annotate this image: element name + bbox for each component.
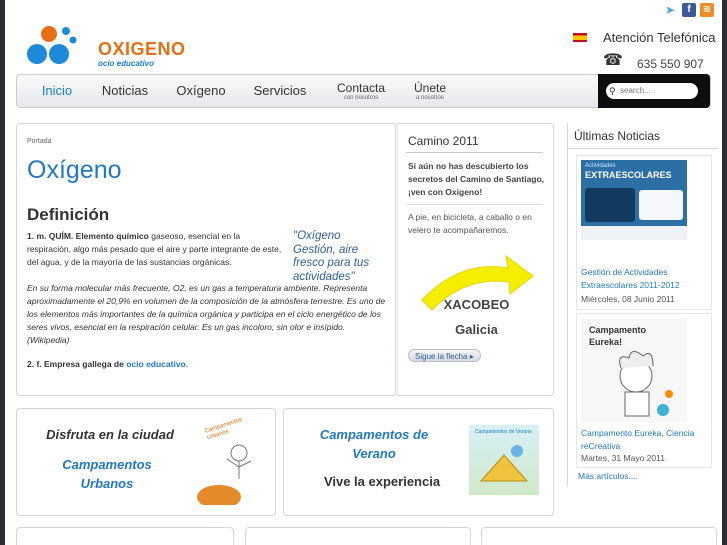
- divider: [406, 204, 543, 205]
- camino-text: A pie, en bicicleta, a caballo o en vele…: [408, 212, 532, 235]
- spanish-flag-icon[interactable]: [573, 33, 587, 42]
- article-panel: Portada Oxígeno Definición 1. m. QUÍM. E…: [16, 123, 396, 396]
- camino-title: Camino 2011: [408, 134, 479, 148]
- divider: [406, 152, 543, 153]
- eureka-image[interactable]: Campamento Eureka!: [581, 318, 687, 422]
- follow-arrow-button[interactable]: Sigue la flecha ▸: [408, 349, 481, 362]
- news-link[interactable]: Gestión de Actividades Extraescolares 20…: [581, 266, 709, 292]
- nav-item-inicio[interactable]: Inicio: [37, 75, 77, 107]
- slogan-quote: "Oxígeno Gestión, aire fresco para tus a…: [293, 230, 370, 283]
- scientist-illustration-icon: [619, 351, 673, 417]
- nav-item-noticias[interactable]: Noticias: [97, 75, 153, 107]
- nav-item-oxigeno[interactable]: Oxígeno: [173, 75, 229, 107]
- nav-item-unete[interactable]: Únete a nosotros: [405, 75, 455, 107]
- nav-label: Servicios: [253, 83, 307, 98]
- nav-label: Oxígeno: [176, 83, 226, 98]
- bottom-box: [481, 527, 717, 545]
- telephone-icon: ☎: [603, 52, 623, 69]
- urbanos-image: Campamentos Urbanos: [197, 417, 267, 509]
- news-link[interactable]: Campamento Eureka, Ciencia reCreativa: [581, 427, 709, 453]
- nav-label: Únete: [413, 81, 447, 95]
- rss-icon[interactable]: ≋: [700, 3, 714, 17]
- nav-label: Inicio: [41, 83, 73, 98]
- definition-1-term: 1. m. QUÍM. Elemento químico: [27, 231, 149, 241]
- galicia-text: Galicia: [455, 322, 498, 337]
- definition-wikipedia: En su forma molecular más frecuente, O2,…: [27, 283, 386, 345]
- promo-subheading: Vive la experiencia: [323, 474, 441, 489]
- bottom-box: [16, 527, 234, 545]
- promo-urbanos[interactable]: Disfruta en la ciudad Campamentos Urbano…: [16, 408, 276, 516]
- image-footer: [581, 226, 687, 240]
- xacobeo-text: XACOBEO: [443, 297, 510, 312]
- nav-sublabel: a nosotros: [415, 95, 445, 101]
- twitter-icon[interactable]: ➤: [662, 3, 678, 17]
- definition-2-end: .: [185, 359, 189, 369]
- image-caption: Campamentos de Verano: [475, 429, 532, 435]
- more-articles-link[interactable]: Más artículos....: [578, 471, 638, 481]
- definition-2-term: 2. f. Empresa gallega de: [27, 359, 124, 369]
- news-date: Miércoles, 08 Junio 2011: [581, 294, 675, 304]
- phone-number: 635 550 907: [637, 57, 704, 71]
- section-heading: Definición: [27, 205, 110, 224]
- monitor-graphic: [639, 190, 683, 220]
- nav-label: Contacta: [336, 81, 386, 95]
- logo-tagline: ocio educativo: [98, 59, 155, 68]
- image-caption-top: Actividades: [585, 163, 616, 169]
- logo[interactable]: OXIGENO ocio educativo: [23, 22, 185, 72]
- extraescolares-image[interactable]: Actividades EXTRAESCOLARES: [581, 160, 687, 240]
- logo-name: OXIGENO: [98, 39, 186, 59]
- camino-panel: Camino 2011 Si aún no has descubierto lo…: [397, 123, 554, 396]
- nav-item-servicios[interactable]: Servicios: [249, 75, 311, 107]
- follow-arrow-label: Sigue la flecha: [415, 352, 468, 361]
- promo-verano[interactable]: Campamentos de Verano Vive la experienci…: [283, 408, 554, 516]
- tent-illustration-icon: [479, 445, 529, 482]
- news-title: Últimas Noticias: [574, 129, 661, 143]
- divider: [568, 148, 718, 149]
- news-date: Martes, 31 Mayo 2011: [581, 453, 665, 463]
- page: OXIGENO ocio educativo ➤ f ≋ Atención Te…: [5, 0, 722, 545]
- attention-label: Atención Telefónica: [603, 30, 716, 45]
- bottom-box: [245, 527, 471, 545]
- page-title: Oxígeno: [27, 156, 122, 184]
- search-box: ⚲ search...: [598, 74, 710, 108]
- main-nav: Inicio Noticias Oxígeno Servicios Contac…: [16, 74, 711, 108]
- nav-item-contacta[interactable]: Contacta con nosotros: [331, 75, 391, 107]
- search-placeholder: search...: [620, 86, 651, 95]
- ocio-educativo-link[interactable]: ocio educativo: [126, 359, 186, 369]
- search-input[interactable]: ⚲ search...: [606, 83, 698, 99]
- definition-1: 1. m. QUÍM. Elemento químico gaseoso, es…: [27, 230, 282, 269]
- news-item: Actividades EXTRAESCOLARES Gestión de Ac…: [576, 155, 712, 310]
- verano-image: Campamentos de Verano: [469, 425, 539, 495]
- nav-sublabel: con nosotros: [343, 95, 379, 101]
- search-icon: ⚲: [609, 86, 616, 96]
- nav-label: Noticias: [101, 83, 149, 98]
- camino-intro: Si aún no has descubierto los secretos d…: [408, 161, 545, 197]
- news-panel: Últimas Noticias Actividades EXTRAESCOLA…: [567, 123, 718, 486]
- facebook-icon[interactable]: f: [682, 3, 696, 17]
- monitor-graphic: [585, 188, 635, 222]
- promo-link[interactable]: Campamentos de Verano: [304, 425, 444, 463]
- breadcrumb[interactable]: Portada: [27, 138, 52, 145]
- promo-link[interactable]: Campamentos Urbanos: [47, 455, 167, 493]
- image-caption: EXTRAESCOLARES: [585, 170, 672, 180]
- news-item: Campamento Eureka! Campamento Eureka, Ci…: [576, 313, 712, 468]
- definition-2: 2. f. Empresa gallega de ocio educativo.: [27, 359, 188, 369]
- promo-heading: Disfruta en la ciudad: [46, 427, 174, 442]
- logo-bubbles-icon: [27, 26, 77, 64]
- social-links: ➤ f ≋: [662, 3, 714, 17]
